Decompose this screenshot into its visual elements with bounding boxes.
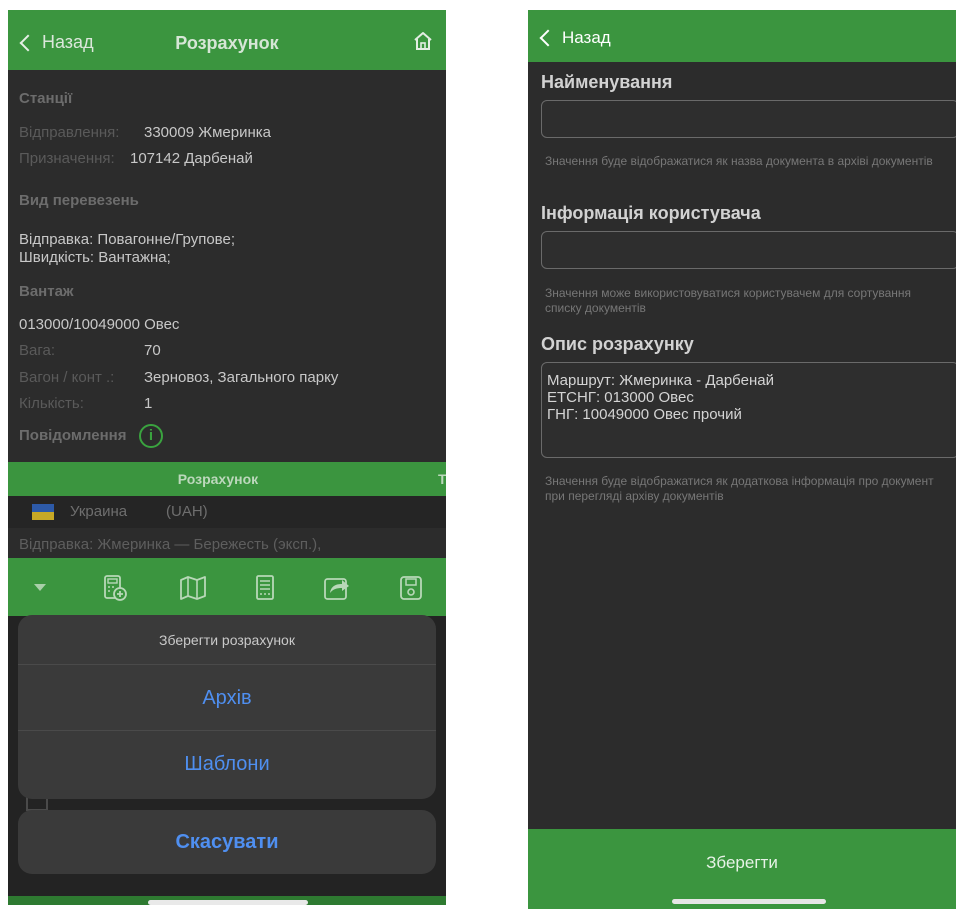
wagon-label: Вагон / конт .: <box>19 369 115 386</box>
user-info-hint: Значення може використовуватися користув… <box>545 286 912 315</box>
cargo-heading: Вантаж <box>19 283 74 300</box>
count-label: Кількість: <box>19 395 84 412</box>
cargo-code: 013000/10049000 Овес <box>19 316 180 333</box>
transport-line-1: Відправка: Повагонне/Групове; <box>19 231 235 248</box>
archive-option[interactable]: Архів <box>18 665 436 731</box>
left-screen: Назад Розрахунок Станції Відправлення: 3… <box>8 10 446 905</box>
description-hint: Значення буде відображатися як додаткова… <box>545 474 934 503</box>
weight-label: Вага: <box>19 342 55 359</box>
calculator-add-icon[interactable] <box>102 574 128 602</box>
name-label: Найменування <box>541 72 673 92</box>
ukraine-flag-icon <box>32 504 54 520</box>
tab-calculation[interactable]: Розрахунок <box>8 471 428 487</box>
destination-label: Призначення: <box>19 150 115 167</box>
departure-value: 330009 Жмеринка <box>144 124 271 141</box>
messages-label: Повідомлення <box>19 427 127 445</box>
stations-heading: Станції <box>19 90 73 107</box>
back-label: Назад <box>562 28 611 47</box>
save-button[interactable]: Зберегти <box>528 829 956 909</box>
weight-value: 70 <box>144 342 161 359</box>
bottom-toolbar <box>8 558 446 616</box>
navigation-bar: Назад Розрахунок <box>8 10 446 70</box>
messages-row[interactable]: Повідомлення i <box>19 424 163 448</box>
home-indicator <box>672 899 826 904</box>
action-sheet: Зберегти розрахунок Архів Шаблони <box>18 615 436 799</box>
route-row: Відправка: Жмеринка — Бережесть (эксп.), <box>19 536 322 553</box>
save-icon[interactable] <box>398 574 424 602</box>
navigation-bar: Назад <box>528 10 956 62</box>
chevron-down-icon[interactable] <box>34 584 46 591</box>
right-screen: Назад Найменування Значення буде відобра… <box>528 10 956 909</box>
templates-option[interactable]: Шаблони <box>18 731 436 797</box>
chevron-left-icon <box>539 29 557 47</box>
tab-next-partial[interactable]: Т <box>438 471 446 487</box>
receipt-icon[interactable] <box>252 574 278 602</box>
wagon-value: Зерновоз, Загального парку <box>144 369 339 386</box>
count-value: 1 <box>144 395 153 412</box>
name-input[interactable] <box>541 100 956 138</box>
home-icon[interactable] <box>412 30 434 52</box>
destination-value: 107142 Дарбенай <box>130 150 253 167</box>
info-icon[interactable]: i <box>138 424 163 448</box>
description-label: Опис розрахунку <box>541 334 694 354</box>
currency-row: Украина (UAH) <box>8 496 446 528</box>
tab-bar: Розрахунок Т <box>8 462 446 496</box>
page-title: Розрахунок <box>175 33 279 53</box>
currency-code: (UAH) <box>166 503 208 520</box>
currency-country: Украина <box>70 503 128 520</box>
description-textarea[interactable]: Маршрут: Жмеринка - Дарбенай ЕТСНГ: 0130… <box>541 362 956 458</box>
transport-line-2: Швидкість: Вантажна; <box>19 249 171 266</box>
user-info-label: Інформація користувача <box>541 203 761 223</box>
share-icon[interactable] <box>322 574 350 602</box>
cancel-button[interactable]: Скасувати <box>18 810 436 874</box>
departure-label: Відправлення: <box>19 124 120 141</box>
name-hint: Значення буде відображатися як назва док… <box>545 154 933 168</box>
user-info-input[interactable] <box>541 231 956 269</box>
action-sheet-title: Зберегти розрахунок <box>18 615 436 665</box>
back-button[interactable]: Назад <box>538 28 611 48</box>
map-icon[interactable] <box>178 574 208 602</box>
transport-heading: Вид перевезень <box>19 192 139 209</box>
home-indicator <box>148 900 308 905</box>
save-button-label: Зберегти <box>706 853 778 872</box>
